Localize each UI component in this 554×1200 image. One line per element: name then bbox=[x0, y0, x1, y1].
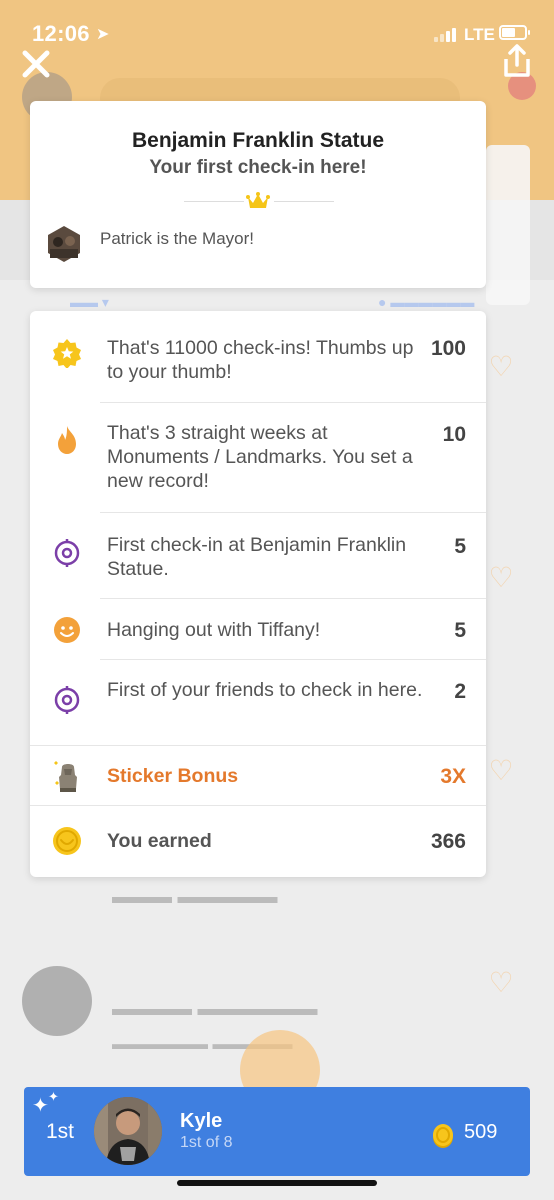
points-row-label: Hanging out with Tiffany! bbox=[107, 619, 321, 641]
sticker-bonus-value: 3X bbox=[440, 765, 466, 788]
points-row-value: 100 bbox=[430, 337, 466, 360]
sparkle-icon: ✦ bbox=[32, 1095, 49, 1117]
points-row-label: First check-in at Benjamin Franklin Stat… bbox=[107, 534, 407, 580]
points-card: That's 11000 check-ins! Thumbs up to you… bbox=[30, 311, 486, 877]
sticker-bonus-label: Sticker Bonus bbox=[107, 765, 239, 787]
points-row-value: 10 bbox=[442, 423, 466, 446]
venue-card: Benjamin Franklin Statue Your first chec… bbox=[30, 101, 486, 288]
status-time: 12:06 bbox=[32, 21, 90, 46]
user-photo bbox=[94, 1097, 162, 1165]
mayor-avatar bbox=[48, 226, 80, 262]
share-icon bbox=[504, 44, 530, 77]
points-row-label: That's 3 straight weeks at Monuments / L… bbox=[107, 422, 413, 492]
points-row: That's 3 straight weeks at Monuments / L… bbox=[30, 403, 486, 513]
points-row-value: 5 bbox=[454, 619, 466, 642]
leaderboard-bar[interactable]: ✦ ✦ 1st Kyle 1st of 8 509 bbox=[24, 1087, 530, 1176]
total-earned-label: You earned bbox=[107, 830, 212, 852]
close-button[interactable] bbox=[18, 46, 54, 82]
mayor-row[interactable]: Patrick is the Mayor! bbox=[46, 225, 466, 265]
location-arrow-icon: ➤ bbox=[96, 26, 110, 43]
total-earned-value: 366 bbox=[430, 830, 466, 853]
network-label: LTE bbox=[464, 25, 495, 44]
flame-icon bbox=[58, 426, 76, 454]
location-pin-icon bbox=[54, 539, 80, 567]
sticker-bonus-row[interactable]: Sticker Bonus 3X bbox=[30, 746, 486, 806]
coin-icon bbox=[433, 1124, 453, 1148]
points-row-label: That's 11000 check-ins! Thumbs up to you… bbox=[107, 337, 414, 383]
divider bbox=[274, 201, 334, 202]
star-badge-icon bbox=[53, 339, 81, 368]
leaderboard-rank: 1st bbox=[46, 1120, 75, 1143]
close-icon bbox=[22, 50, 50, 78]
points-row-value: 5 bbox=[454, 535, 466, 558]
venue-title: Benjamin Franklin Statue bbox=[131, 129, 385, 152]
coin-icon bbox=[53, 827, 81, 855]
points-row: First of your friends to check in here. … bbox=[30, 660, 486, 746]
share-button[interactable] bbox=[502, 44, 532, 78]
home-indicator[interactable] bbox=[177, 1180, 377, 1186]
statue-sticker-icon bbox=[54, 761, 77, 792]
user-avatar[interactable] bbox=[94, 1097, 162, 1165]
total-earned-row: You earned 366 bbox=[30, 806, 486, 877]
points-row-value: 2 bbox=[454, 680, 466, 703]
location-pin-icon bbox=[54, 686, 80, 714]
points-row-label: First of your friends to check in here. bbox=[107, 679, 423, 701]
venue-subtitle: Your first check-in here! bbox=[149, 157, 367, 178]
sparkle-icon: ✦ bbox=[48, 1089, 59, 1104]
points-row: First check-in at Benjamin Franklin Stat… bbox=[30, 513, 486, 599]
mayor-text: Patrick is the Mayor! bbox=[100, 229, 254, 248]
leaderboard-rank-detail: 1st of 8 bbox=[180, 1134, 233, 1151]
status-bar: 12:06 ➤ LTE bbox=[0, 0, 554, 50]
signal-icon bbox=[434, 26, 460, 42]
leaderboard-name: Kyle bbox=[180, 1110, 223, 1132]
friend-face-icon bbox=[54, 617, 80, 643]
points-row: That's 11000 check-ins! Thumbs up to you… bbox=[30, 311, 486, 403]
battery-icon bbox=[499, 25, 530, 40]
divider bbox=[184, 201, 244, 202]
coin-count: 509 bbox=[464, 1121, 498, 1143]
crown-icon bbox=[246, 192, 270, 208]
points-row: Hanging out with Tiffany! 5 bbox=[30, 599, 486, 660]
